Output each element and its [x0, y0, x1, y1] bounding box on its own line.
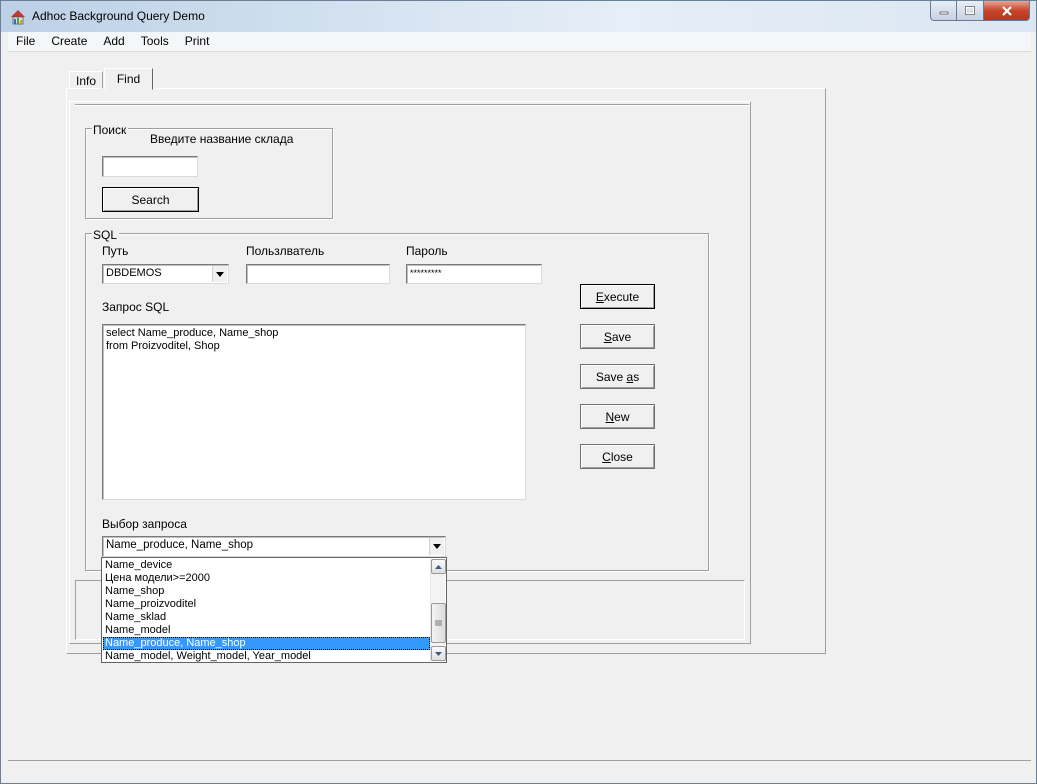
- menu-tools[interactable]: Tools: [133, 32, 177, 51]
- tab-info[interactable]: Info: [69, 71, 103, 89]
- list-item[interactable]: Name_sklad: [103, 611, 430, 624]
- menu-print[interactable]: Print: [177, 32, 218, 51]
- list-item[interactable]: Name_shop: [103, 585, 430, 598]
- list-item-selected[interactable]: Name_produce, Name_shop: [103, 637, 430, 650]
- password-label: Пароль: [406, 244, 448, 258]
- save-as-button[interactable]: Save as: [580, 364, 655, 389]
- chevron-down-icon: [216, 271, 224, 277]
- scroll-thumb[interactable]: [431, 603, 446, 643]
- list-item[interactable]: Name_device: [103, 559, 430, 572]
- search-prompt-label: Введите название склада: [150, 132, 294, 146]
- tab-find[interactable]: Find: [104, 68, 153, 90]
- minimize-icon: [939, 11, 948, 14]
- status-bar: [8, 760, 1031, 778]
- new-button[interactable]: New: [580, 404, 655, 429]
- window-controls: [930, 1, 1030, 22]
- sql-group-legend: SQL: [92, 228, 120, 242]
- list-item[interactable]: Name_model: [103, 624, 430, 637]
- arrow-down-icon: [435, 651, 442, 656]
- list-item[interactable]: Цена модели>=2000: [103, 572, 430, 585]
- save-as-label-post: s: [633, 369, 640, 384]
- path-combobox[interactable]: DBDEMOS: [102, 264, 229, 284]
- execute-button[interactable]: Execute: [580, 284, 655, 309]
- query-choice-combobox[interactable]: Name_produce, Name_shop: [102, 536, 446, 557]
- close-icon: [1001, 5, 1012, 16]
- search-group-legend: Поиск: [92, 123, 129, 137]
- query-choice-dropdown: Name_device Цена модели>=2000 Name_shop …: [101, 557, 447, 663]
- path-label: Путь: [102, 244, 129, 258]
- path-value: DBDEMOS: [106, 267, 162, 279]
- save-as-label-mnemonic: a: [626, 369, 634, 384]
- sql-query-textarea[interactable]: select Name_produce, Name_shop from Proi…: [102, 324, 526, 500]
- menu-create[interactable]: Create: [43, 32, 95, 51]
- save-label-post: ave: [611, 329, 632, 344]
- close-label-post: lose: [610, 449, 633, 464]
- scroll-up-button[interactable]: [431, 559, 446, 574]
- close-window-button[interactable]: [984, 1, 1030, 21]
- chevron-down-icon: [433, 544, 441, 549]
- user-label: Пользлватель: [246, 244, 325, 258]
- scroll-down-button[interactable]: [431, 646, 446, 661]
- menu-bar: File Create Add Tools Print: [8, 32, 1031, 52]
- sql-query-label: Запрос SQL: [102, 300, 170, 314]
- query-choice-label: Выбор запроса: [102, 517, 187, 531]
- title-bar[interactable]: Adhoc Background Query Demo: [1, 1, 1036, 32]
- password-input[interactable]: *********: [406, 264, 542, 284]
- close-label-mnemonic: C: [602, 449, 611, 464]
- panel-divider-top: [75, 104, 749, 106]
- client-area: Info Find Поиск Введите название склада …: [8, 52, 1031, 759]
- new-label-post: ew: [614, 409, 630, 424]
- app-icon: [11, 10, 25, 25]
- arrow-up-icon: [435, 564, 442, 569]
- maximize-button[interactable]: [957, 1, 984, 21]
- path-combobox-arrow[interactable]: [212, 266, 227, 282]
- dropdown-scrollbar[interactable]: [430, 559, 446, 661]
- maximize-icon: [965, 6, 975, 15]
- save-button[interactable]: Save: [580, 324, 655, 349]
- window-title: Adhoc Background Query Demo: [32, 9, 205, 23]
- query-choice-value: Name_produce, Name_shop: [106, 539, 254, 551]
- save-label-mnemonic: S: [603, 329, 612, 344]
- close-button[interactable]: Close: [580, 444, 655, 469]
- list-item[interactable]: Name_model, Weight_model, Year_model: [103, 650, 430, 663]
- execute-label-mnemonic: E: [595, 289, 604, 304]
- menu-file[interactable]: File: [8, 32, 43, 51]
- menu-add[interactable]: Add: [95, 32, 132, 51]
- list-item[interactable]: Name_proizvoditel: [103, 598, 430, 611]
- minimize-button[interactable]: [930, 1, 957, 21]
- grip-icon: [435, 620, 442, 626]
- main-window: Adhoc Background Query Demo File Create …: [0, 0, 1037, 784]
- warehouse-search-input[interactable]: [102, 156, 198, 177]
- new-label-mnemonic: N: [605, 409, 615, 424]
- user-input[interactable]: [246, 264, 390, 284]
- query-choice-arrow[interactable]: [429, 538, 444, 555]
- save-as-label-pre: Save: [595, 369, 627, 384]
- search-button[interactable]: Search: [102, 187, 199, 212]
- execute-label-post: xecute: [603, 289, 640, 304]
